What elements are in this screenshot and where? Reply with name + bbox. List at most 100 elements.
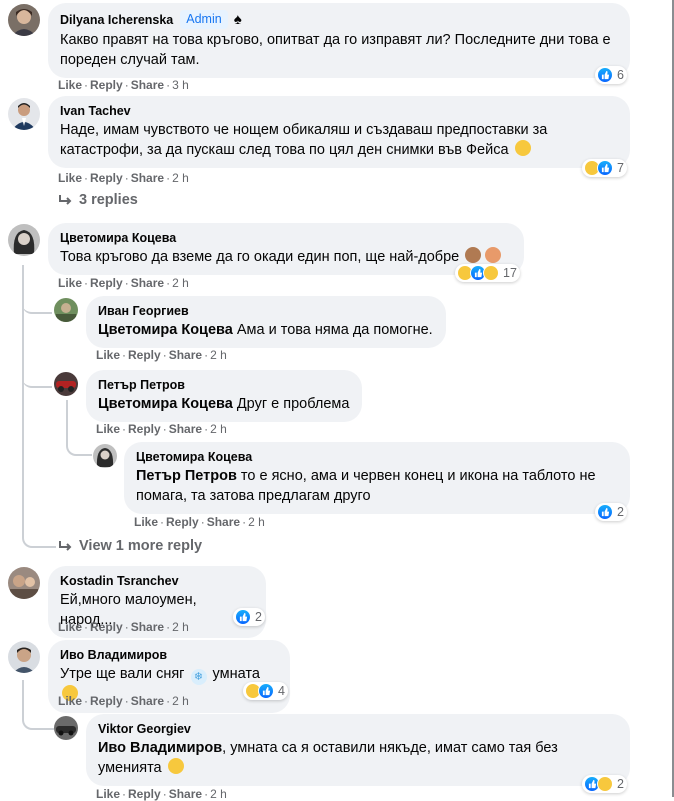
timestamp[interactable]: 2 h: [172, 694, 189, 708]
share-button[interactable]: Share: [131, 171, 164, 185]
avatar[interactable]: [8, 224, 40, 256]
comment-actions: Like · Reply · Share · 3 h: [58, 78, 189, 92]
author-name[interactable]: Петър Петров: [98, 377, 185, 393]
author-name[interactable]: Иван Георгиев: [98, 303, 189, 319]
like-reaction-icon: [597, 504, 613, 520]
comment-bubble: Viktor Georgiev Иво Владимиров, умната с…: [86, 714, 630, 786]
grinning-emoji-icon: [167, 758, 184, 774]
mention-link[interactable]: Петър Петров: [136, 468, 237, 484]
comment-bubble: Dilyana Icherenska Admin ♠ Какво правят на…: [48, 3, 630, 78]
share-button[interactable]: Share: [131, 78, 164, 92]
like-reaction-icon: [235, 609, 251, 625]
reply-button[interactable]: Reply: [90, 78, 123, 92]
reaction-count: 2: [617, 777, 624, 791]
like-button[interactable]: Like: [96, 422, 120, 436]
like-button[interactable]: Like: [58, 620, 82, 634]
author-name[interactable]: Dilyana Icherenska: [60, 12, 173, 28]
share-button[interactable]: Share: [131, 694, 164, 708]
comment-bubble: Цветомира Коцева Това кръгово да вземе д…: [48, 223, 524, 275]
reaction-count: 17: [503, 266, 517, 280]
like-button[interactable]: Like: [96, 348, 120, 362]
share-button[interactable]: Share: [169, 787, 202, 801]
timestamp[interactable]: 2 h: [248, 515, 265, 529]
reaction-count: 2: [617, 505, 624, 519]
comment-actions: Like · Reply · Share · 2 h: [58, 276, 189, 290]
avatar[interactable]: [8, 641, 40, 673]
view-replies-link[interactable]: 3 replies: [58, 192, 138, 208]
like-button[interactable]: Like: [134, 515, 158, 529]
avatar[interactable]: [54, 716, 78, 740]
avatar[interactable]: [54, 298, 78, 322]
timestamp[interactable]: 3 h: [172, 78, 189, 92]
reply-button[interactable]: Reply: [128, 787, 161, 801]
like-button[interactable]: Like: [58, 78, 82, 92]
reply-button[interactable]: Reply: [128, 348, 161, 362]
reply-button[interactable]: Reply: [128, 422, 161, 436]
rofl-emoji-icon: [514, 140, 531, 156]
timestamp[interactable]: 2 h: [172, 171, 189, 185]
author-name[interactable]: Цветомира Коцева: [60, 230, 176, 246]
like-button[interactable]: Like: [58, 276, 82, 290]
avatar[interactable]: [8, 567, 40, 599]
comment-actions: Like · Reply · Share · 2 h: [58, 171, 189, 185]
reaction-summary[interactable]: 2: [595, 503, 627, 521]
replies-count: 3 replies: [79, 192, 138, 208]
mention-link[interactable]: Цветомира Коцева: [98, 322, 233, 338]
author-name[interactable]: Иво Владимиров: [60, 647, 167, 663]
avatar[interactable]: [93, 444, 117, 468]
reaction-summary[interactable]: 4: [243, 682, 288, 700]
view-more-replies-link[interactable]: View 1 more reply: [58, 538, 202, 554]
share-button[interactable]: Share: [131, 276, 164, 290]
author-name[interactable]: Kostadin Tsranchev: [60, 573, 179, 589]
see-no-evil-emoji-icon: [465, 247, 482, 263]
comment-actions: Like · Reply · Share · 2 h: [96, 422, 227, 436]
comment-bubble: Иван Георгиев Цветомира Коцева Ама и тов…: [86, 296, 446, 348]
snowflake-emoji-icon: ❄: [190, 669, 207, 685]
reply-button[interactable]: Reply: [90, 694, 123, 708]
like-button[interactable]: Like: [96, 787, 120, 801]
comment-text: Утре ще вали сняг: [60, 666, 189, 682]
reaction-summary[interactable]: 2: [582, 775, 627, 793]
comment-actions: Like · Reply · Share · 2 h: [96, 348, 227, 362]
share-button[interactable]: Share: [169, 422, 202, 436]
thread-connector: [22, 706, 54, 730]
author-name[interactable]: Viktor Georgiev: [98, 721, 191, 737]
author-name[interactable]: Цветомира Коцева: [136, 449, 252, 465]
comment-actions: Like · Reply · Share · 2 h: [58, 620, 189, 634]
reaction-count: 6: [617, 68, 624, 82]
thread-connector: [66, 430, 92, 456]
like-button[interactable]: Like: [58, 171, 82, 185]
timestamp[interactable]: 2 h: [210, 787, 227, 801]
avatar[interactable]: [8, 98, 40, 130]
reaction-summary[interactable]: 2: [233, 608, 265, 626]
mention-link[interactable]: Цветомира Коцева: [98, 396, 233, 412]
avatar[interactable]: [8, 4, 40, 36]
reply-button[interactable]: Reply: [90, 620, 123, 634]
like-reaction-icon: [258, 683, 274, 699]
comment-text: Наде, имам чувството че нощем обикаляш и…: [60, 122, 548, 158]
reply-button[interactable]: Reply: [166, 515, 199, 529]
reply-button[interactable]: Reply: [90, 276, 123, 290]
share-button[interactable]: Share: [207, 515, 240, 529]
avatar[interactable]: [54, 372, 78, 396]
timestamp[interactable]: 2 h: [172, 276, 189, 290]
reaction-summary[interactable]: 7: [582, 159, 627, 177]
reaction-summary[interactable]: 6: [595, 66, 627, 84]
spade-icon: ♠: [233, 10, 242, 28]
timestamp[interactable]: 2 h: [210, 348, 227, 362]
author-name[interactable]: Ivan Tachev: [60, 103, 131, 119]
reply-button[interactable]: Reply: [90, 171, 123, 185]
comment-actions: Like · Reply · Share · 2 h: [58, 694, 189, 708]
timestamp[interactable]: 2 h: [210, 422, 227, 436]
share-button[interactable]: Share: [169, 348, 202, 362]
like-button[interactable]: Like: [58, 694, 82, 708]
timestamp[interactable]: 2 h: [172, 620, 189, 634]
mention-link[interactable]: Иво Владимиров: [98, 740, 222, 756]
wow-reaction-icon: [483, 265, 499, 281]
comment-actions: Like · Reply · Share · 2 h: [96, 787, 227, 801]
reaction-summary[interactable]: 17: [455, 264, 520, 282]
admin-badge: Admin: [180, 10, 228, 29]
comment-text: Това кръгово да вземе да го окади един п…: [60, 249, 460, 265]
share-button[interactable]: Share: [131, 620, 164, 634]
reaction-count: 7: [617, 161, 624, 175]
